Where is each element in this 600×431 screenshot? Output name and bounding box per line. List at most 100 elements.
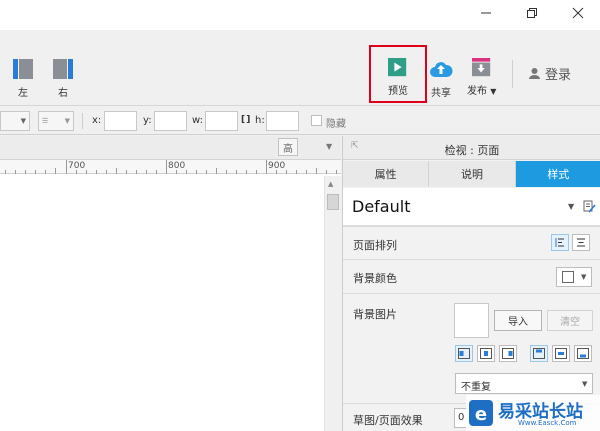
format-divider [82,113,83,129]
chevron-down-icon: ▼ [490,87,497,96]
align-center-icon [577,238,585,247]
style-name: Default [352,197,411,216]
login-label: 登录 [545,68,572,83]
w-input[interactable] [205,111,238,131]
bg-color-picker[interactable]: ▼ [556,267,592,287]
watermark: e 易采站长站 Www.Easck.Com [466,395,600,431]
panel-header: ⇱ 检视 : 页面 [343,136,600,160]
list-style-dropdown[interactable]: ▼ [0,111,30,131]
tab-properties[interactable]: 属性 [343,161,430,187]
bg-image-preview [454,303,489,338]
img-valign-top-button[interactable] [530,345,548,362]
page-align-label: 页面排列 [353,239,397,252]
scroll-thumb[interactable] [327,194,339,210]
align-left-label: 左 [18,88,28,99]
ruler-menu-button[interactable]: ▼ [326,142,332,151]
align-right-button[interactable]: 右 [52,58,74,99]
close-button[interactable] [560,0,596,26]
img-valign-middle-button[interactable] [552,345,570,362]
preview-button[interactable]: 预览 [388,58,408,97]
y-input[interactable] [154,111,187,131]
x-label: x: [92,115,102,126]
scroll-up-arrow[interactable]: ▲ [328,180,333,188]
share-label: 共享 [431,88,451,99]
align-right-label: 右 [58,88,68,99]
align-left-icon [555,238,564,247]
toolbar-divider [512,60,513,88]
panel-title: 检视 : 页面 [444,144,500,157]
user-icon [529,68,540,79]
ruler-tick-800: 800 [168,161,186,171]
align-page-center-button[interactable] [572,234,590,251]
img-align-left-icon [458,348,470,359]
sketch-value: 0 [458,412,465,423]
height-toggle-label: 高 [283,143,293,155]
horizontal-ruler: 高 ▼ 700 800 900 [0,136,341,174]
img-valign-bottom-button[interactable] [574,345,592,362]
align-page-left-button[interactable] [551,234,569,251]
x-input[interactable] [104,111,137,131]
inspector-panel: ⇱ 检视 : 页面 属性 说明 样式 Default ▼ 页面排列 背景颜色 ▼… [342,136,600,431]
repeat-dropdown[interactable]: 不重复 ▼ [455,373,593,394]
tab-notes[interactable]: 说明 [429,161,516,187]
publish-label: 发布 [467,86,487,97]
page-align-row: 页面排列 [343,226,600,259]
bg-image-row: 背景图片 导入 清空 不重复 ▼ [343,293,600,403]
close-icon [572,7,584,19]
canvas-area[interactable]: 高 ▼ 700 800 900 ▲ [0,136,341,431]
lock-ratio-icon: [ ] [241,115,250,125]
bg-color-row: 背景颜色 ▼ [343,259,600,293]
title-bar [0,0,600,30]
minimize-button[interactable] [468,0,504,26]
preview-label: 预览 [388,86,408,97]
ruler-tick-700: 700 [68,161,86,171]
img-align-center-button[interactable] [477,345,495,362]
watermark-logo-icon: e [469,400,493,426]
chevron-down-icon: ▼ [64,117,70,125]
chevron-down-icon: ▼ [582,380,588,388]
import-label: 导入 [508,317,528,328]
align-right-icon [53,59,73,79]
clear-label: 清空 [560,317,580,328]
img-valign-top-icon [533,348,545,359]
style-selector[interactable]: Default ▼ [343,188,600,226]
img-align-left-button[interactable] [455,345,473,362]
svg-text:e: e [475,404,487,425]
clear-button[interactable]: 清空 [547,310,593,331]
chevron-down-icon: ▼ [20,117,26,125]
chevron-down-icon: ▼ [326,142,333,151]
img-valign-middle-icon [555,348,567,359]
bg-color-label: 背景颜色 [353,272,397,285]
tab-style[interactable]: 样式 [515,161,600,187]
sketch-label: 草图/页面效果 [353,414,423,427]
repeat-value: 不重复 [461,382,491,393]
share-cloud-icon [430,62,453,77]
chevron-down-icon: ▼ [581,273,587,281]
minimize-icon [481,12,491,14]
publish-icon [471,58,490,77]
preview-icon [388,58,407,77]
img-valign-bottom-icon [577,348,589,359]
vertical-scrollbar[interactable]: ▲ [324,176,341,431]
numbered-list-dropdown[interactable]: ☰ ▼ [38,111,74,131]
y-label: y: [143,115,152,126]
align-left-button[interactable]: 左 [12,58,34,99]
publish-button[interactable]: 发布 ▼ [467,58,496,97]
img-align-right-button[interactable] [499,345,517,362]
format-bar: ▼ ☰ ▼ x: y: w: [ ] h: 隐藏 [0,107,600,135]
import-button[interactable]: 导入 [494,310,542,331]
height-toggle-button[interactable]: 高 [278,138,298,156]
login-button[interactable]: 登录 [528,64,571,83]
h-input[interactable] [266,111,299,131]
panel-tabs: 属性 说明 样式 [343,161,600,187]
restore-button[interactable] [514,0,550,26]
lock-ratio-toggle[interactable]: [ ] [241,115,250,125]
share-button[interactable]: 共享 [429,58,453,99]
chevron-down-icon: ▼ [568,202,575,211]
img-align-center-icon [480,348,492,359]
edit-style-icon[interactable] [583,200,596,213]
img-align-right-icon [502,348,514,359]
watermark-subtext: Www.Easck.Com [518,419,577,427]
h-label: h: [255,115,265,126]
hidden-checkbox[interactable] [311,115,322,126]
